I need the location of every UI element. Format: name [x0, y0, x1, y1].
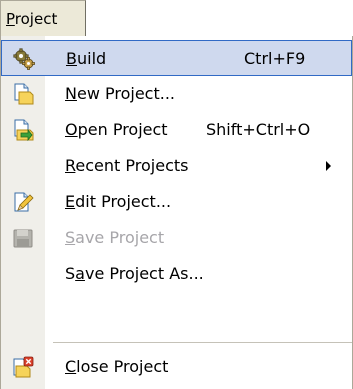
save-project-as-label: Save Project As... — [65, 264, 204, 283]
project-mnemonic: P — [6, 10, 15, 28]
menubar-project[interactable]: Project — [0, 0, 86, 37]
close-project-icon — [12, 356, 34, 378]
menu-separator — [53, 342, 352, 343]
project-label-rest: roject — [14, 10, 58, 28]
save-project-label: Save Project — [65, 228, 165, 247]
open-project-label: Open Project — [65, 120, 168, 139]
menu-item-save-project-as[interactable]: Save Project As... — [1, 256, 352, 292]
menu-item-new-project[interactable]: New Project... — [1, 76, 352, 112]
menu-item-recent-projects[interactable]: Recent Projects — [1, 148, 352, 184]
edit-project-icon — [12, 191, 34, 213]
recent-projects-label: Recent Projects — [65, 156, 189, 175]
gears-icon — [13, 48, 35, 70]
new-project-label: New Project... — [65, 84, 175, 103]
new-project-icon — [12, 83, 34, 105]
menu-item-close-project[interactable]: Close Project — [1, 349, 352, 385]
open-project-shortcut: Shift+Ctrl+O — [206, 120, 311, 139]
save-project-icon — [12, 227, 34, 249]
menu-item-build[interactable]: Build Ctrl+F9 — [1, 40, 352, 76]
open-project-icon — [12, 119, 34, 141]
menu-item-edit-project[interactable]: Edit Project... — [1, 184, 352, 220]
menu-item-save-project[interactable]: Save Project — [1, 220, 352, 256]
submenu-arrow-icon — [326, 161, 331, 171]
edit-project-label: Edit Project... — [65, 192, 172, 211]
build-label: Build — [66, 49, 107, 68]
menu-item-open-project[interactable]: Open Project Shift+Ctrl+O — [1, 112, 352, 148]
close-project-label: Close Project — [65, 357, 169, 376]
build-shortcut: Ctrl+F9 — [244, 49, 306, 68]
project-menu: Build Ctrl+F9 New Project... Open Projec… — [0, 36, 353, 389]
